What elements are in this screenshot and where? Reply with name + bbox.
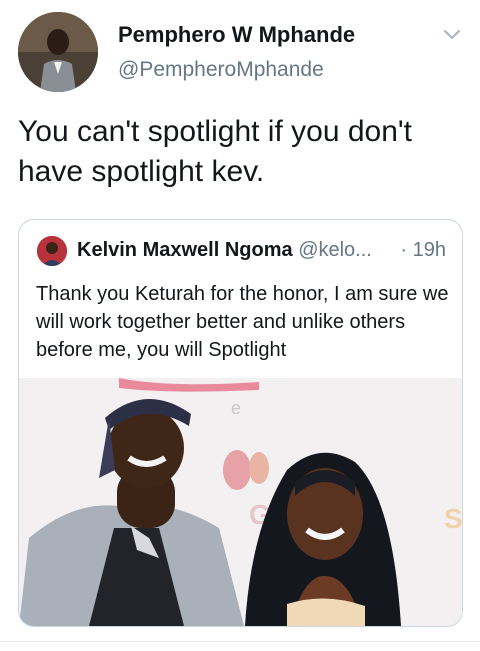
author-handle[interactable]: @PempheroMphande: [118, 58, 324, 82]
tweet-menu-button[interactable]: [440, 24, 464, 44]
author-name[interactable]: Pemphero W Mphande: [118, 22, 355, 48]
svg-text:S: S: [444, 503, 462, 534]
quoted-tweet-photo[interactable]: e G S: [19, 378, 462, 626]
author-avatar[interactable]: [18, 12, 98, 92]
quoted-author-name[interactable]: Kelvin Maxwell Ngoma: [77, 239, 293, 261]
quoted-author-avatar[interactable]: [37, 236, 67, 266]
event-photo-image: e G S: [19, 378, 462, 626]
quoted-tweet-time-wrap: · 19h: [400, 239, 446, 262]
quoted-tweet-text: Thank you Keturah for the honor, I am su…: [36, 283, 449, 361]
avatar-photo-icon: [37, 236, 67, 266]
svg-text:e: e: [231, 398, 241, 418]
quoted-tweet-header: Kelvin Maxwell Ngoma @kelo... · 19h: [77, 239, 452, 262]
quoted-tweet-time[interactable]: 19h: [413, 239, 446, 261]
divider: [0, 641, 480, 642]
quoted-tweet-card[interactable]: Kelvin Maxwell Ngoma @kelo... · 19h Than…: [18, 219, 463, 627]
quoted-author-handle[interactable]: @kelo...: [298, 239, 372, 261]
tweet-text: You can't spotlight if you don't have sp…: [18, 115, 412, 188]
avatar-photo-icon: [18, 12, 98, 92]
separator-dot: ·: [400, 239, 408, 261]
chevron-down-icon: [443, 29, 461, 40]
